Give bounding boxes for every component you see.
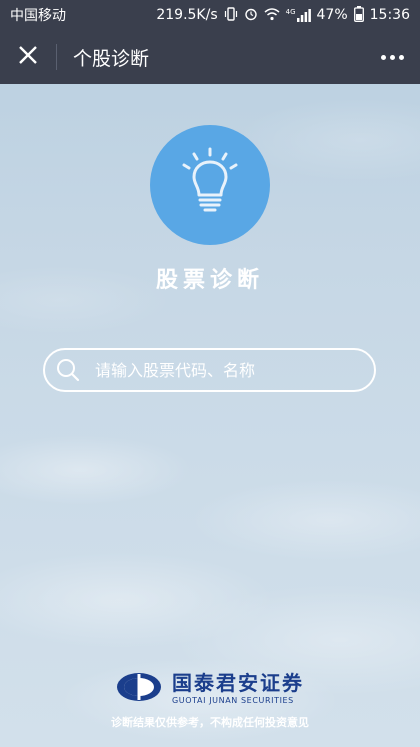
wifi-icon [264, 7, 280, 24]
battery-level: 47% [316, 7, 348, 23]
brand-text: 国泰君安证券 GUOTAI JUNAN SECURITIES [172, 672, 304, 706]
status-indicators: 219.5K/s 4G 47% 15:36 [156, 5, 410, 25]
search-box[interactable] [43, 348, 376, 392]
status-bar: 中国移动 219.5K/s 4G 47% 15:36 [0, 0, 420, 30]
close-icon [18, 45, 38, 69]
more-button[interactable] [364, 30, 420, 84]
search-icon [55, 357, 81, 383]
navigation-bar: 个股诊断 [0, 30, 420, 84]
brand-name-cn: 国泰君安证券 [172, 671, 304, 695]
network-speed: 219.5K/s [156, 7, 218, 23]
brand-logo: 国泰君安证券 GUOTAI JUNAN SECURITIES [0, 672, 420, 706]
carrier-label: 中国移动 [10, 8, 66, 24]
alarm-icon [244, 7, 258, 24]
page-title: 个股诊断 [73, 47, 150, 70]
more-icon-dot [389, 54, 395, 60]
more-icon-dot [398, 54, 404, 60]
vibrate-icon [224, 6, 238, 24]
diagnosis-title: 股票诊断 [155, 268, 264, 293]
lightbulb-icon [170, 143, 250, 227]
disclaimer-text: 诊断结果仅供参考，不构成任何投资意见 [111, 716, 309, 729]
brand-logo-icon [116, 672, 162, 706]
network-type: 4G [285, 8, 296, 16]
close-button[interactable] [0, 30, 56, 84]
signal-icon: 4G [286, 8, 311, 22]
clock-time: 15:36 [369, 7, 410, 23]
brand-name-en: GUOTAI JUNAN SECURITIES [172, 696, 294, 705]
nav-divider [56, 44, 57, 70]
search-input[interactable] [93, 359, 374, 381]
diagnosis-logo [150, 125, 270, 245]
battery-icon [353, 5, 364, 25]
more-icon-dot [380, 54, 386, 60]
